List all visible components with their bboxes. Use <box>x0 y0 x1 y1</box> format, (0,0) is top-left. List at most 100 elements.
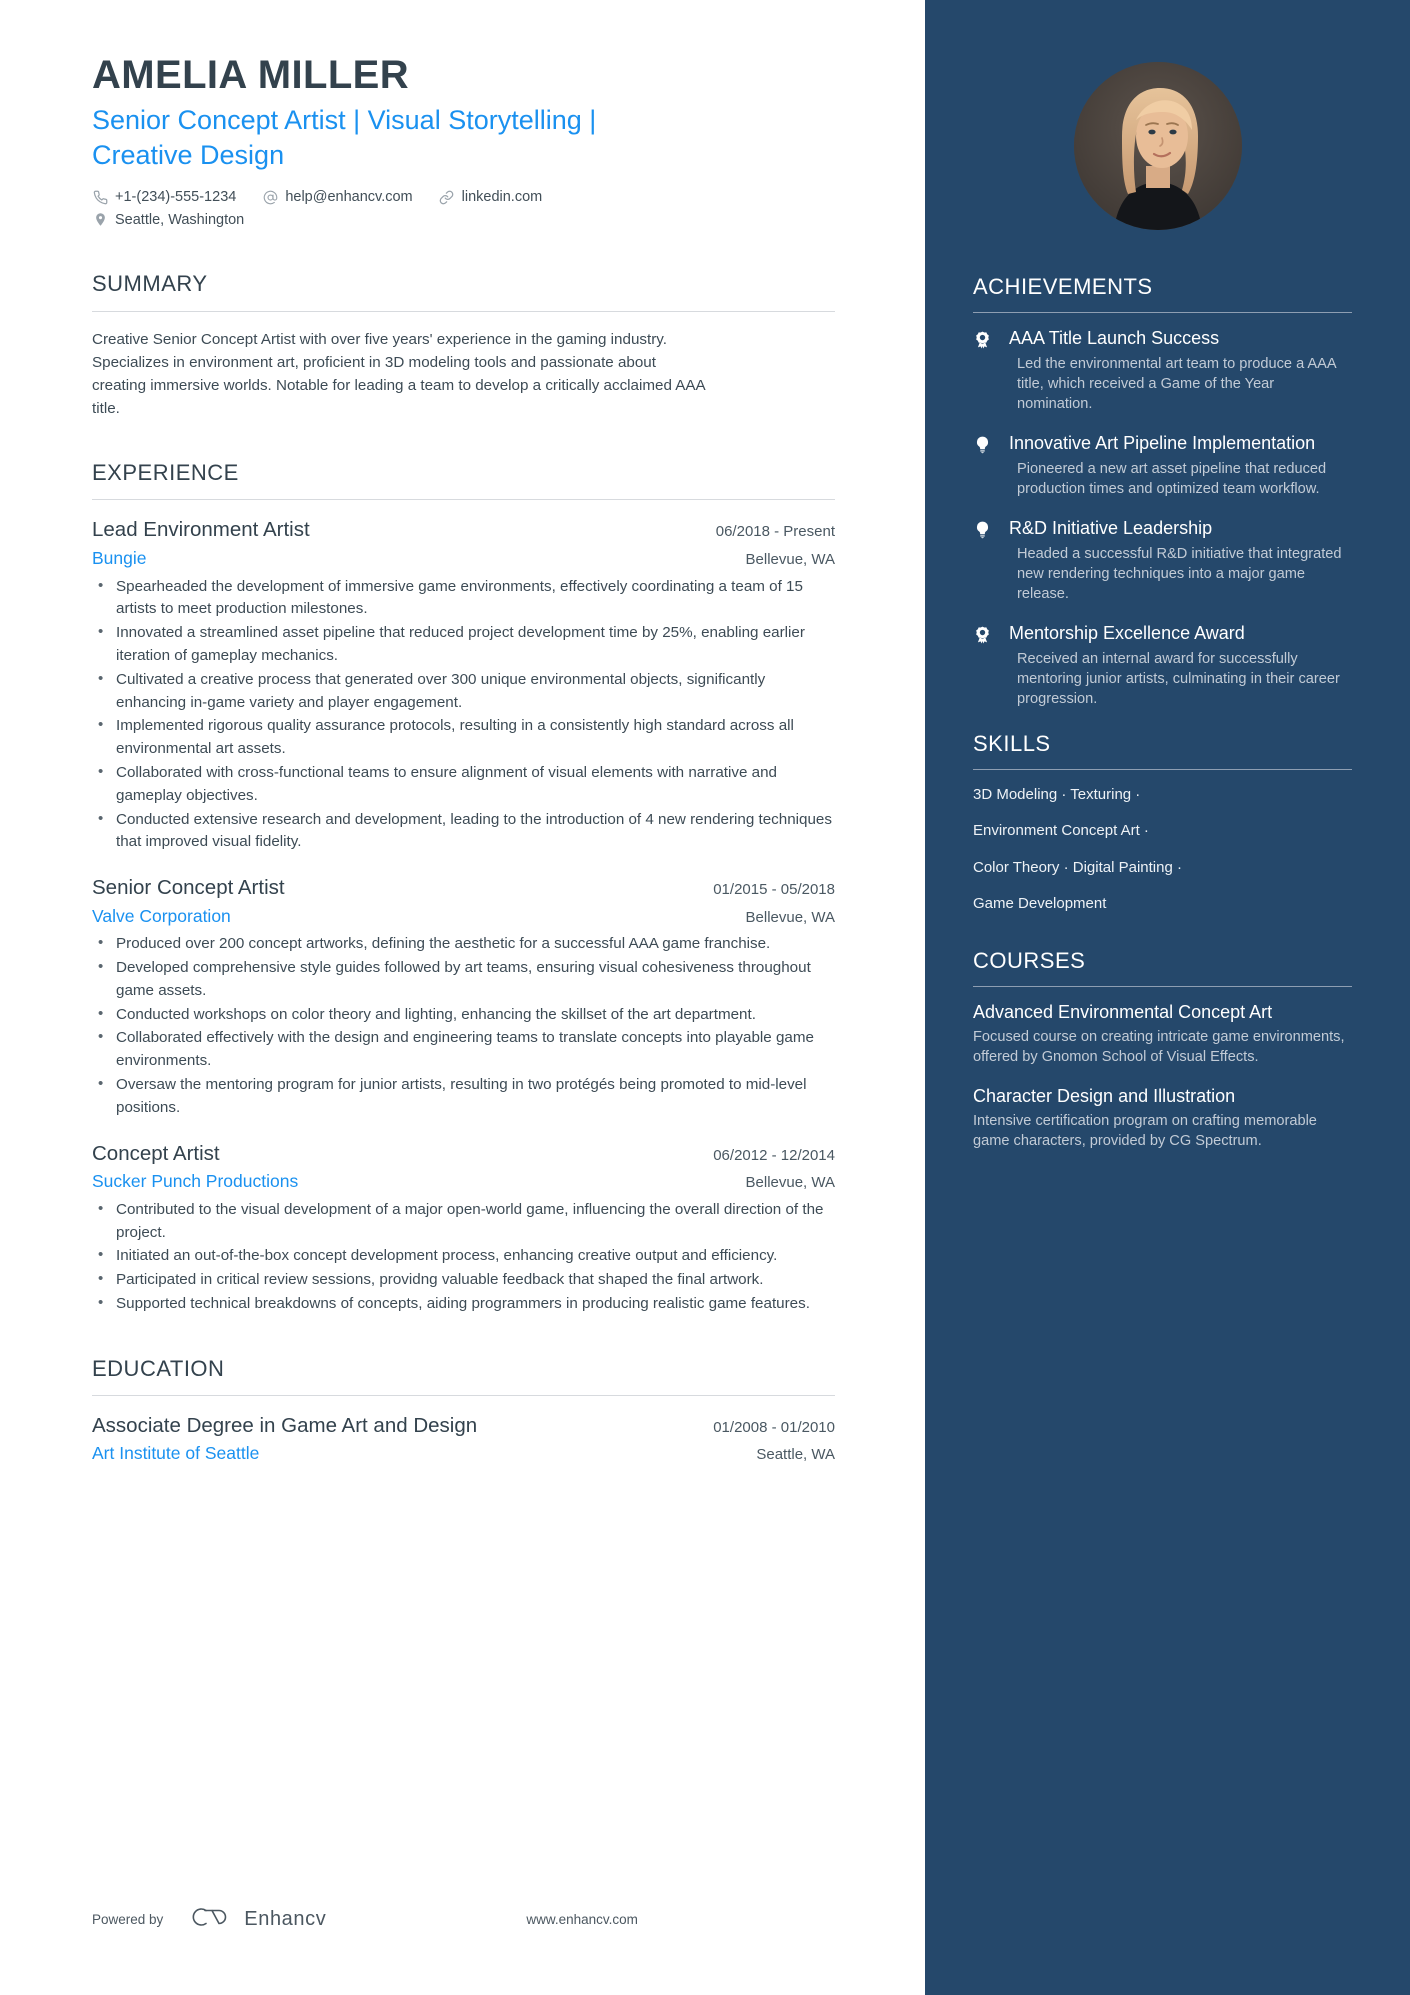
education-degree: Associate Degree in Game Art and Design <box>92 1414 478 1438</box>
achievement-item: R&D Initiative Leadership Headed a succes… <box>973 517 1352 604</box>
resume-header: AMELIA MILLER Senior Concept Artist | Vi… <box>92 52 835 231</box>
lightbulb-icon <box>973 517 999 604</box>
lightbulb-icon <box>973 432 999 499</box>
experience-bullets: Spearheaded the development of immersive… <box>92 575 835 855</box>
summary-text: Creative Senior Concept Artist with over… <box>92 330 705 417</box>
education-dates: 01/2008 - 01/2010 <box>713 1419 835 1437</box>
contact-location: Seattle, Washington <box>92 209 244 231</box>
section-summary: SUMMARY Creative Senior Concept Artist w… <box>92 271 835 420</box>
job-dates: 06/2018 - Present <box>715 523 835 541</box>
email-icon <box>262 190 278 206</box>
experience-bullet: Supported technical breakdowns of concep… <box>92 1292 835 1316</box>
experience-bullet: Contributed to the visual development of… <box>92 1198 835 1245</box>
achievement-description: Led the environmental art team to produc… <box>1017 355 1336 412</box>
contact-location-text: Seattle, Washington <box>115 211 245 228</box>
job-dates: 06/2012 - 12/2014 <box>713 1146 835 1164</box>
job-dates: 01/2015 - 05/2018 <box>713 881 835 899</box>
experience-title-row: Senior Concept Artist 01/2015 - 05/2018 <box>92 874 835 902</box>
skill-line: Color Theory · Digital Painting · <box>973 858 1182 876</box>
experience-list: Lead Environment Artist 06/2018 - Present… <box>92 516 835 1315</box>
contact-phone-text: +1-(234)-555-1234 <box>115 189 237 206</box>
section-education: EDUCATION Associate Degree in Game Art a… <box>92 1356 835 1464</box>
avatar-container <box>973 0 1352 274</box>
experience-divider <box>92 499 835 501</box>
avatar <box>1073 62 1242 230</box>
education-heading: EDUCATION <box>92 1355 225 1381</box>
experience-bullet: Initiated an out-of-the-box concept deve… <box>92 1244 835 1268</box>
achievement-title: AAA Title Launch Success <box>1009 328 1220 348</box>
experience-bullet: Collaborated effectively with the design… <box>92 1026 835 1073</box>
achievement-item: Mentorship Excellence Award Received an i… <box>973 622 1352 709</box>
experience-bullets: Contributed to the visual development of… <box>92 1198 835 1316</box>
enhancv-mark-icon <box>189 1904 233 1935</box>
contact-linkedin-text: linkedin.com <box>461 189 543 206</box>
experience-company-row: Bungie Bellevue, WA <box>92 546 835 571</box>
experience-bullet: Collaborated with cross-functional teams… <box>92 761 835 808</box>
experience-bullet: Conducted workshops on color theory and … <box>92 1003 835 1027</box>
contact-line-secondary: Seattle, Washington <box>92 209 835 231</box>
achievement-title: R&D Initiative Leadership <box>1009 517 1213 538</box>
achievement-body: Innovative Art Pipeline Implementation Pi… <box>1009 432 1352 499</box>
course-title: Advanced Environmental Concept Art <box>973 1002 1273 1023</box>
courses-heading: COURSES <box>973 948 1086 974</box>
contact-details: +1-(234)-555-1234 help@enhancv.com linke… <box>92 186 835 231</box>
job-title: Senior Concept Artist <box>92 876 285 900</box>
achievement-body: R&D Initiative Leadership Headed a succes… <box>1009 517 1352 604</box>
skill-line: Environment Concept Art · <box>973 822 1149 840</box>
experience-item: Senior Concept Artist 01/2015 - 05/2018 Va… <box>92 874 835 1120</box>
enhancv-wordmark: Enhancv <box>244 1908 327 1930</box>
experience-item: Lead Environment Artist 06/2018 - Present… <box>92 516 835 854</box>
award-ribbon-icon <box>973 622 999 709</box>
experience-bullet: Oversaw the mentoring program for junior… <box>92 1073 835 1120</box>
job-company[interactable]: Bungie <box>92 546 147 571</box>
sidebar: ACHIEVEMENTS AAA Title Launch Success Led… <box>925 0 1410 1995</box>
experience-bullet: Produced over 200 concept artworks, defi… <box>92 932 835 956</box>
powered-by-label: Powered by <box>92 1912 164 1927</box>
experience-item: Concept Artist 06/2012 - 12/2014 Sucker Pu… <box>92 1140 835 1316</box>
achievement-title: Mentorship Excellence Award <box>1009 623 1245 644</box>
achievement-body: AAA Title Launch Success Led the environm… <box>1009 327 1352 414</box>
footer-url[interactable]: www.enhancv.com <box>526 1912 638 1927</box>
achievements-list: AAA Title Launch Success Led the environm… <box>973 327 1352 709</box>
contact-email[interactable]: help@enhancv.com <box>262 186 413 208</box>
course-item: Advanced Environmental Concept Art Focuse… <box>973 1001 1352 1067</box>
courses-list: Advanced Environmental Concept Art Focuse… <box>973 1001 1352 1151</box>
experience-bullets: Produced over 200 concept artworks, defi… <box>92 932 835 1120</box>
skills-list: 3D Modeling · Texturing · Environment Con… <box>973 784 1352 914</box>
courses-divider <box>973 986 1352 988</box>
education-item: Associate Degree in Game Art and Design 0… <box>92 1412 835 1464</box>
achievements-divider <box>973 312 1352 313</box>
contact-linkedin[interactable]: linkedin.com <box>439 186 543 208</box>
education-list: Associate Degree in Game Art and Design 0… <box>92 1412 835 1464</box>
education-school[interactable]: Art Institute of Seattle <box>92 1443 259 1464</box>
enhancv-logo: Enhancv <box>189 1904 326 1935</box>
skills-divider <box>973 769 1352 771</box>
job-location: Bellevue, WA <box>745 1174 835 1192</box>
summary-divider <box>92 310 835 312</box>
contact-email-text: help@enhancv.com <box>285 189 413 206</box>
course-description: Intensive certification program on craft… <box>973 1112 1317 1149</box>
experience-bullet: Innovated a streamlined asset pipeline t… <box>92 621 835 668</box>
achievement-description: Pioneered a new art asset pipeline that … <box>1017 460 1327 497</box>
location-pin-icon <box>92 212 108 228</box>
contact-line-primary: +1-(234)-555-1234 help@enhancv.com linke… <box>92 186 835 208</box>
section-experience: EXPERIENCE Lead Environment Artist 06/201… <box>92 460 835 1316</box>
sidebar-section-achievements: ACHIEVEMENTS AAA Title Launch Success Led… <box>973 274 1352 709</box>
experience-bullet: Participated in critical review sessions… <box>92 1268 835 1292</box>
job-company[interactable]: Sucker Punch Productions <box>92 1169 298 1194</box>
education-school-row: Art Institute of Seattle Seattle, WA <box>92 1443 835 1464</box>
experience-bullet: Implemented rigorous quality assurance p… <box>92 714 835 761</box>
job-company[interactable]: Valve Corporation <box>92 904 231 929</box>
summary-heading: SUMMARY <box>92 271 208 297</box>
main-column: AMELIA MILLER Senior Concept Artist | Vi… <box>0 0 925 1995</box>
achievement-item: AAA Title Launch Success Led the environm… <box>973 327 1352 414</box>
achievement-title: Innovative Art Pipeline Implementation <box>1009 433 1316 454</box>
contact-phone[interactable]: +1-(234)-555-1234 <box>92 186 236 208</box>
job-location: Bellevue, WA <box>745 908 835 926</box>
experience-bullet: Developed comprehensive style guides fol… <box>92 956 835 1003</box>
achievement-body: Mentorship Excellence Award Received an i… <box>1009 622 1352 709</box>
page-title: AMELIA MILLER <box>92 53 410 97</box>
achievement-item: Innovative Art Pipeline Implementation Pi… <box>973 432 1352 499</box>
achievements-heading: ACHIEVEMENTS <box>973 274 1153 299</box>
experience-bullet: Spearheaded the development of immersive… <box>92 575 835 622</box>
